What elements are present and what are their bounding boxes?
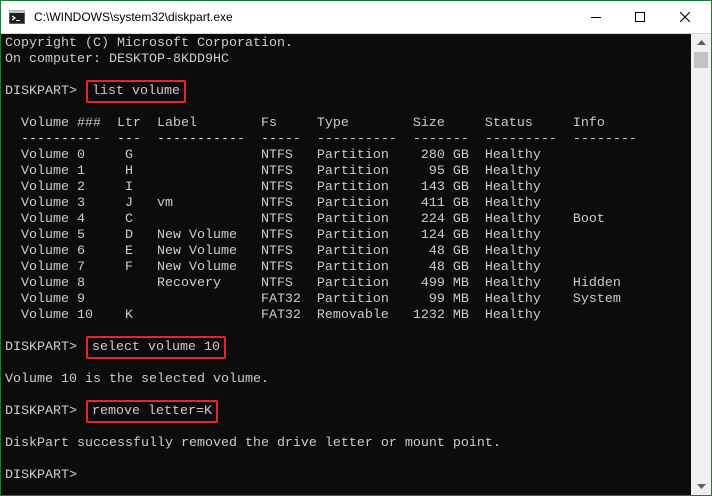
table-row: Volume 7 F New Volume NTFS Partition 48 … (5, 260, 541, 275)
remove-result: DiskPart successfully removed the drive … (5, 436, 501, 451)
table-row: Volume 3 J vm NTFS Partition 411 GB Heal… (5, 196, 541, 211)
prompt: DISKPART> (5, 340, 85, 355)
scroll-up-button[interactable] (691, 34, 711, 51)
command-remove-letter: remove letter=K (85, 400, 218, 423)
computer-line: On computer: DESKTOP-8KDD9HC (5, 52, 229, 67)
maximize-button[interactable] (618, 1, 662, 33)
copyright-line: Copyright (C) Microsoft Corporation. (5, 36, 293, 51)
diskpart-window: C:\WINDOWS\system32\diskpart.exe Copyrig… (0, 0, 712, 496)
table-row: Volume 6 E New Volume NTFS Partition 48 … (5, 244, 541, 259)
scrollbar-thumb[interactable] (694, 52, 708, 68)
chevron-down-icon (696, 484, 706, 489)
window-title: C:\WINDOWS\system32\diskpart.exe (34, 10, 233, 24)
minimize-icon (591, 17, 601, 18)
command-list-volume: list volume (85, 80, 186, 103)
console-icon (9, 10, 25, 24)
table-row: Volume 0 G NTFS Partition 280 GB Healthy (5, 148, 541, 163)
table-row: Volume 9 FAT32 Partition 99 MB Healthy S… (5, 292, 621, 307)
table-row: Volume 8 Recovery NTFS Partition 499 MB … (5, 276, 621, 291)
close-icon (680, 12, 690, 22)
table-row: Volume 4 C NTFS Partition 224 GB Healthy… (5, 212, 605, 227)
chevron-up-icon (696, 40, 706, 45)
table-row: Volume 10 K FAT32 Removable 1232 MB Heal… (5, 308, 541, 323)
select-result: Volume 10 is the selected volume. (5, 372, 269, 387)
prompt: DISKPART> (5, 404, 85, 419)
close-button[interactable] (663, 1, 707, 33)
console-output[interactable]: Copyright (C) Microsoft Corporation. On … (1, 34, 691, 495)
title-bar[interactable]: C:\WINDOWS\system32\diskpart.exe (1, 1, 711, 34)
scroll-down-button[interactable] (691, 478, 711, 495)
table-row: Volume 1 H NTFS Partition 95 GB Healthy (5, 164, 541, 179)
console-text: Copyright (C) Microsoft Corporation. On … (5, 36, 637, 484)
table-separator: ---------- --- ----------- ----- -------… (5, 132, 637, 147)
prompt: DISKPART> (5, 84, 85, 99)
final-prompt: DISKPART> (5, 468, 77, 483)
table-row: Volume 2 I NTFS Partition 143 GB Healthy (5, 180, 541, 195)
maximize-icon (635, 12, 645, 22)
table-row: Volume 5 D New Volume NTFS Partition 124… (5, 228, 541, 243)
vertical-scrollbar[interactable] (691, 34, 711, 495)
table-header: Volume ### Ltr Label Fs Type Size Status… (5, 116, 605, 131)
command-select-volume: select volume 10 (85, 336, 226, 359)
minimize-button[interactable] (574, 1, 618, 33)
